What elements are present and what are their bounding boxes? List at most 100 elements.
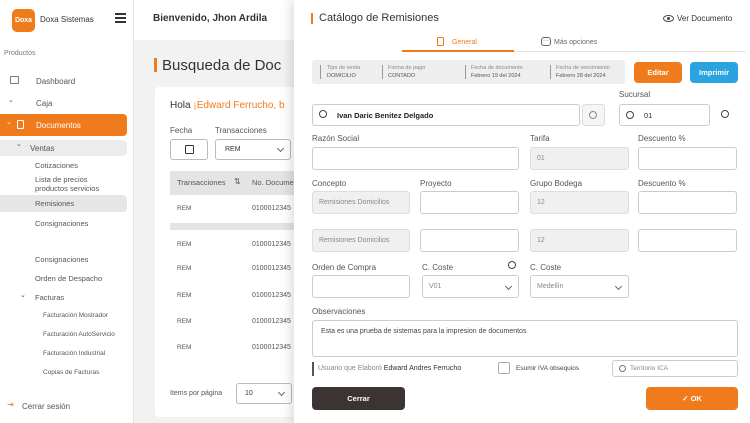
c-coste-1-label: C. Coste bbox=[422, 263, 454, 272]
chevron-down-icon bbox=[277, 388, 286, 397]
search-icon bbox=[626, 111, 634, 119]
sidebar-item-cotizaciones[interactable]: Cotizaciones bbox=[35, 161, 78, 170]
sidebar-item-documentos-label: Documentos bbox=[36, 121, 81, 130]
concepto-input[interactable]: Remisiones Domicilios bbox=[312, 191, 410, 214]
sidebar-item-dashboard[interactable]: Dashboard bbox=[36, 77, 75, 86]
grupo-bodega-input[interactable]: 12 bbox=[530, 191, 629, 214]
sidebar-item-ventas-label: Ventas bbox=[30, 144, 55, 153]
observaciones-label: Observaciones bbox=[312, 307, 366, 316]
info-fecha-doc-label: Fecha de documento bbox=[471, 65, 523, 71]
fecha-label: Fecha bbox=[170, 126, 193, 135]
c-coste-1-select[interactable]: V01 bbox=[422, 275, 519, 298]
sidebar-item-facturas[interactable]: Facturas bbox=[35, 293, 64, 302]
hamburger-menu-icon[interactable] bbox=[115, 13, 126, 23]
info-forma-pago-label: Forma de pago bbox=[388, 65, 426, 71]
column-transacciones[interactable]: Transacciones bbox=[177, 178, 226, 187]
sucursal-label: Sucursal bbox=[619, 90, 651, 99]
sidebar-item-caja[interactable]: Caja bbox=[36, 99, 52, 108]
chevron-down-icon bbox=[504, 282, 513, 291]
table-separator bbox=[170, 223, 295, 230]
sidebar-item-fact-industrial[interactable]: Facturación Industrial bbox=[43, 350, 105, 357]
orden-compra-label: Orden de Compra bbox=[312, 263, 377, 272]
descuento-1-label: Descuento % bbox=[638, 134, 686, 143]
logout-icon: ⇥ bbox=[7, 400, 14, 409]
orden-compra-input[interactable] bbox=[312, 275, 410, 298]
greeting: Hola ¡Edward Ferrucho, b bbox=[170, 100, 285, 111]
page-title: Busqueda de Doc bbox=[162, 57, 282, 74]
proyecto-2-input[interactable] bbox=[420, 229, 519, 252]
table-row[interactable]: REM 0100012345 bbox=[170, 314, 295, 332]
sucursal-search-button[interactable] bbox=[714, 104, 737, 126]
imprimir-button[interactable]: Imprimir bbox=[690, 62, 738, 83]
section-label: Productos bbox=[4, 50, 36, 57]
c-coste-2-select[interactable]: Medellín bbox=[530, 275, 629, 298]
fecha-input[interactable] bbox=[170, 139, 208, 160]
editar-button[interactable]: Editar bbox=[634, 62, 682, 83]
logout-link[interactable]: Cerrar sesión bbox=[22, 402, 70, 411]
grupo-bodega-2-input[interactable]: 12 bbox=[530, 229, 629, 252]
usuario-elaboro: Usuario que Elaboró Edward Andres Ferruc… bbox=[318, 365, 462, 372]
sidebar-item-consignaciones-2[interactable]: Consignaciones bbox=[35, 255, 88, 264]
app-name: Doxa Sistemas bbox=[40, 15, 94, 24]
divider bbox=[312, 362, 314, 376]
concepto-2-input[interactable]: Remisiones Domicilios bbox=[312, 229, 410, 252]
descuento-2-input[interactable] bbox=[638, 191, 737, 214]
razon-social-input[interactable] bbox=[312, 147, 519, 170]
proyecto-label: Proyecto bbox=[420, 179, 452, 188]
document-icon bbox=[17, 120, 24, 129]
descuento-3-input[interactable] bbox=[638, 229, 737, 252]
sucursal-input[interactable]: 01 bbox=[619, 104, 710, 126]
row-transaccion: REM bbox=[177, 292, 192, 299]
search-icon bbox=[589, 111, 597, 119]
transacciones-label: Transacciones bbox=[215, 126, 267, 135]
table-row[interactable]: REM 0100012345 bbox=[170, 288, 295, 306]
row-transaccion: REM bbox=[177, 241, 192, 248]
table-row[interactable]: REM 0100012345 bbox=[170, 340, 295, 358]
tarifa-input[interactable]: 01 bbox=[530, 147, 629, 170]
observaciones-textarea[interactable]: Esta es una prueba de sistemas para la i… bbox=[312, 320, 738, 357]
cliente-search-value: Ivan Daric Benitez Delgado bbox=[337, 111, 434, 120]
tab-mas-opciones[interactable]: Más opciones bbox=[554, 39, 597, 46]
descuento-2-label: Descuento % bbox=[638, 179, 686, 188]
row-documento: 0100012345 bbox=[252, 344, 291, 351]
descuento-1-input[interactable] bbox=[638, 147, 737, 170]
sidebar-item-copias-facturas[interactable]: Copias de Facturas bbox=[43, 369, 99, 376]
eye-icon bbox=[663, 15, 674, 22]
ver-documento-link[interactable]: Ver Documento bbox=[677, 14, 732, 23]
table-row[interactable]: REM 0100012345 bbox=[170, 201, 295, 219]
territorio-input[interactable]: Territorio ICA bbox=[612, 360, 738, 377]
sidebar: Doxa Doxa Sistemas Productos Dashboard ⌄… bbox=[0, 0, 134, 423]
table-row[interactable]: REM 0100012345 bbox=[170, 261, 295, 279]
more-options-icon: ··· bbox=[541, 37, 551, 46]
grupo-bodega-label: Grupo Bodega bbox=[530, 179, 583, 188]
ok-button[interactable]: ✓ OK bbox=[646, 387, 738, 410]
items-per-page-select[interactable]: 10 bbox=[236, 383, 292, 404]
tab-general[interactable]: General bbox=[452, 39, 477, 46]
razon-social-label: Razón Social bbox=[312, 134, 360, 143]
search-icon bbox=[721, 110, 729, 118]
search-icon[interactable] bbox=[508, 261, 516, 269]
row-transaccion: REM bbox=[177, 344, 192, 351]
proyecto-input[interactable] bbox=[420, 191, 519, 214]
title-accent bbox=[311, 13, 313, 24]
row-transaccion: REM bbox=[177, 318, 192, 325]
cliente-search-button[interactable] bbox=[582, 104, 605, 126]
sort-icon[interactable]: ⇅ bbox=[234, 177, 241, 186]
info-tipo-venta-value: DOMICILIO bbox=[327, 73, 356, 79]
transacciones-select[interactable]: REM bbox=[215, 139, 291, 160]
row-documento: 0100012345 bbox=[252, 318, 291, 325]
sidebar-item-orden-despacho[interactable]: Orden de Despacho bbox=[35, 274, 102, 283]
cliente-search-input[interactable]: Ivan Daric Benitez Delgado bbox=[312, 104, 580, 126]
info-tipo-venta-label: Tipo de venta bbox=[327, 65, 361, 71]
iva-obsequios-checkbox[interactable] bbox=[498, 362, 510, 374]
tab-divider bbox=[514, 51, 746, 52]
table-row[interactable]: REM 0100012345 bbox=[170, 237, 295, 255]
sidebar-item-fact-mostrador[interactable]: Facturación Mostrador bbox=[43, 312, 108, 319]
concepto-label: Concepto bbox=[312, 179, 347, 188]
c-coste-2-label: C. Coste bbox=[530, 263, 562, 272]
dashboard-icon bbox=[10, 76, 19, 84]
sidebar-item-consignaciones[interactable]: Consignaciones bbox=[35, 219, 88, 228]
sidebar-item-lista-precios[interactable]: Lista de precios productos servicios bbox=[35, 175, 115, 193]
cerrar-button[interactable]: Cerrar bbox=[312, 387, 405, 410]
sidebar-item-fact-autoservicio[interactable]: Facturación AutoServicio bbox=[43, 331, 115, 338]
